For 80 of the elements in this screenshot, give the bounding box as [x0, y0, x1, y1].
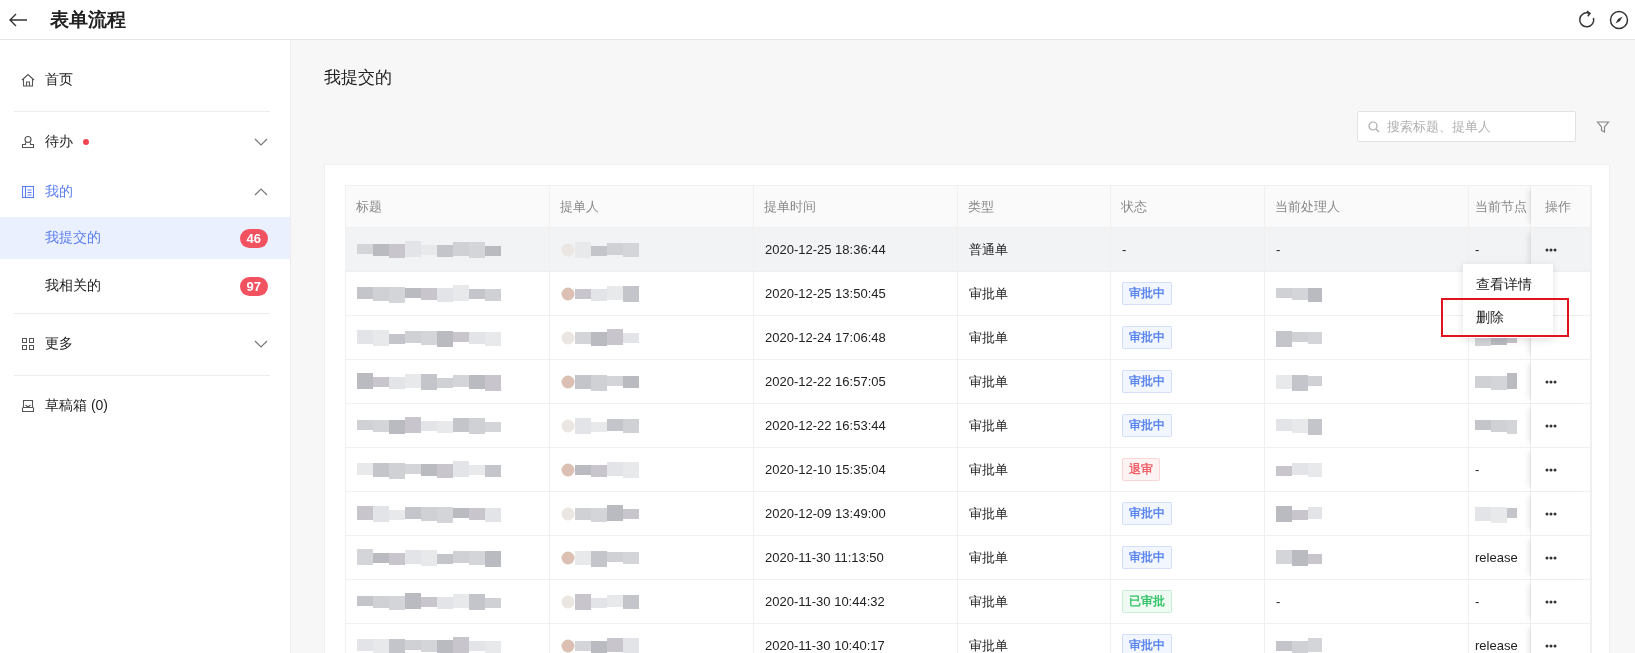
more-icon[interactable]	[1545, 467, 1557, 472]
nav-item[interactable]: 待办	[0, 117, 290, 167]
column-header: 提单时间	[754, 186, 958, 227]
filter-icon[interactable]	[1596, 119, 1610, 134]
table-cell: 审批单	[969, 460, 1008, 479]
status-tag: 审批中	[1122, 546, 1172, 569]
table-cell: 审批单	[969, 504, 1008, 523]
status-tag: 审批中	[1122, 634, 1172, 653]
column-header: 标题	[346, 186, 550, 227]
status-tag: 审批中	[1122, 502, 1172, 525]
table-cell: 普通单	[969, 240, 1008, 259]
menu-item[interactable]: 查看详情	[1463, 268, 1553, 301]
status-tag: 退审	[1122, 458, 1160, 481]
more-icon[interactable]	[1545, 643, 1557, 648]
column-header: 当前处理人	[1265, 186, 1469, 227]
table-cell: 2020-12-25 13:50:45	[765, 286, 886, 301]
table-cell: -	[1122, 242, 1127, 257]
status-tag: 已审批	[1122, 590, 1172, 613]
table-cell: 审批单	[969, 416, 1008, 435]
nav-item[interactable]: 首页	[0, 55, 290, 105]
count-badge: 46	[239, 228, 268, 248]
table-cell: -	[1475, 462, 1480, 477]
more-icon[interactable]	[1545, 247, 1557, 252]
table-cell: 审批单	[969, 372, 1008, 391]
chevron-up-icon	[254, 188, 268, 196]
table-cell: 2020-12-25 18:36:44	[765, 242, 886, 257]
column-header: 操作	[1531, 186, 1591, 227]
column-header: 类型	[958, 186, 1111, 227]
table-cell: -	[1276, 242, 1281, 257]
status-tag: 审批中	[1122, 282, 1172, 305]
table-cell: 2020-12-10 15:35:04	[765, 462, 886, 477]
more-icon[interactable]	[1545, 423, 1557, 428]
table-cell: 2020-12-22 16:57:05	[765, 374, 886, 389]
app-title: 表单流程	[50, 7, 126, 32]
table-cell: 2020-11-30 10:40:17	[765, 638, 885, 653]
back-icon[interactable]	[8, 12, 28, 27]
table-cell: release	[1475, 638, 1518, 653]
table-cell: 2020-11-30 10:44:32	[765, 594, 885, 609]
column-header: 当前节点	[1469, 186, 1531, 227]
compass-icon[interactable]	[1609, 9, 1629, 30]
redaction-mosaic	[1475, 370, 1517, 393]
inbox-icon	[21, 399, 35, 413]
page-title: 我提交的	[324, 67, 393, 89]
table-cell: 2020-12-22 16:53:44	[765, 418, 886, 433]
table-cell: release	[1475, 550, 1518, 565]
more-icon[interactable]	[1545, 511, 1557, 516]
table-cell: 审批单	[969, 636, 1008, 653]
table-cell: -	[1475, 242, 1480, 257]
nav-item[interactable]: 草稿箱 (0)	[0, 381, 290, 431]
search-field[interactable]: 搜索标题、提单人	[1357, 111, 1576, 142]
table-cell: 审批单	[969, 328, 1008, 347]
table-cell: 2020-11-30 11:13:50	[765, 550, 884, 565]
table-cell: 审批单	[969, 548, 1008, 567]
person-icon	[21, 135, 35, 149]
column-header: 状态	[1111, 186, 1265, 227]
nav-item[interactable]: 更多	[0, 319, 290, 369]
search-icon	[1368, 121, 1380, 133]
chevron-down-icon	[254, 138, 268, 146]
refresh-icon[interactable]	[1577, 9, 1597, 30]
nav-subitem[interactable]: 我相关的 97	[0, 265, 290, 307]
table-cell: 审批单	[969, 284, 1008, 303]
count-badge: 97	[239, 276, 268, 296]
grid-icon	[21, 337, 35, 351]
table-cell: -	[1276, 594, 1281, 609]
status-tag: 审批中	[1122, 326, 1172, 349]
more-icon[interactable]	[1545, 555, 1557, 560]
status-tag: 审批中	[1122, 414, 1172, 437]
table-cell: 2020-12-24 17:06:48	[765, 330, 886, 345]
home-icon	[21, 73, 35, 87]
status-tag: 审批中	[1122, 370, 1172, 393]
menu-item[interactable]: 删除	[1463, 301, 1553, 334]
more-icon[interactable]	[1545, 599, 1557, 604]
more-icon[interactable]	[1545, 379, 1557, 384]
chevron-down-icon	[254, 340, 268, 348]
list-icon	[21, 185, 35, 199]
table-cell: 审批单	[969, 592, 1008, 611]
nav-item[interactable]: 我的	[0, 167, 290, 217]
column-header: 提单人	[550, 186, 754, 227]
table-cell: -	[1475, 594, 1480, 609]
table-cell: 2020-12-09 13:49:00	[765, 506, 886, 521]
